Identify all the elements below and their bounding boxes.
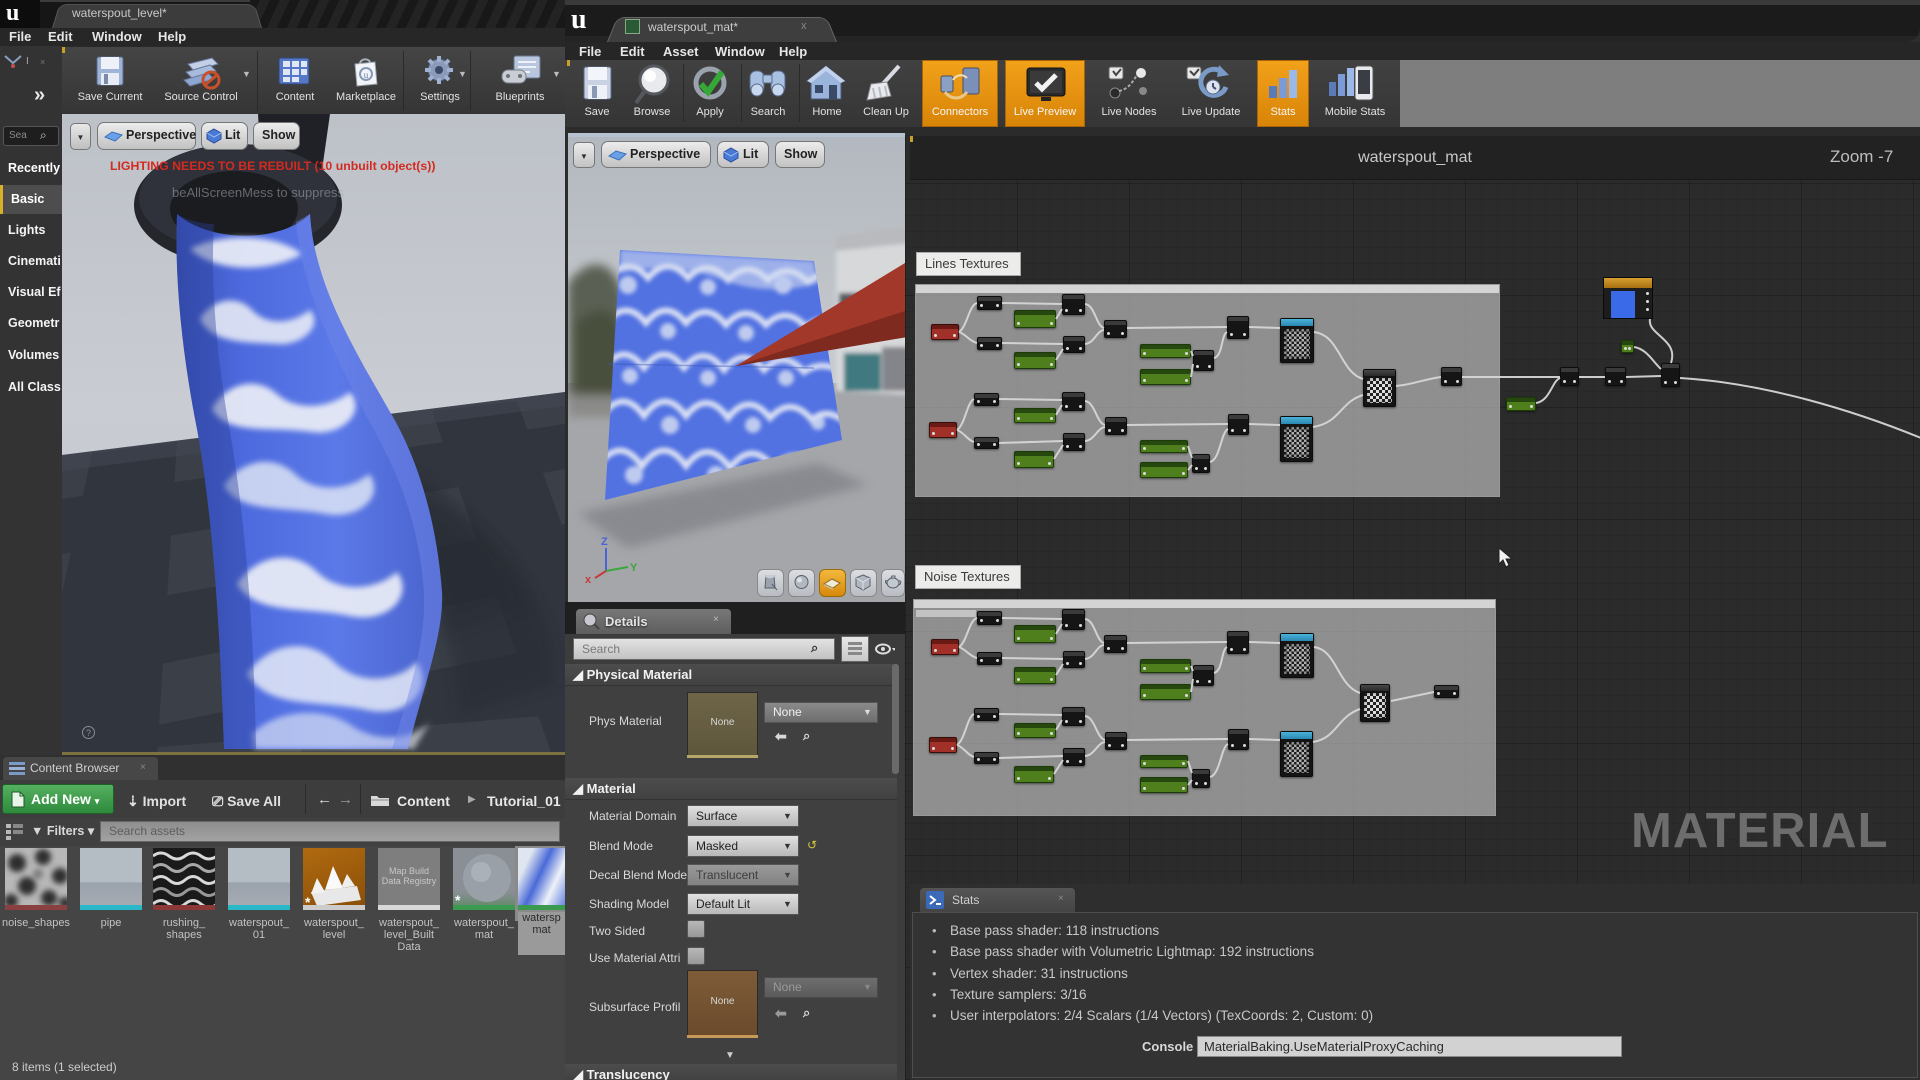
- svg-text:u: u: [364, 70, 369, 80]
- svg-text:Y: Y: [630, 562, 638, 574]
- svg-text:x: x: [585, 574, 592, 586]
- svg-text:Z: Z: [601, 536, 608, 548]
